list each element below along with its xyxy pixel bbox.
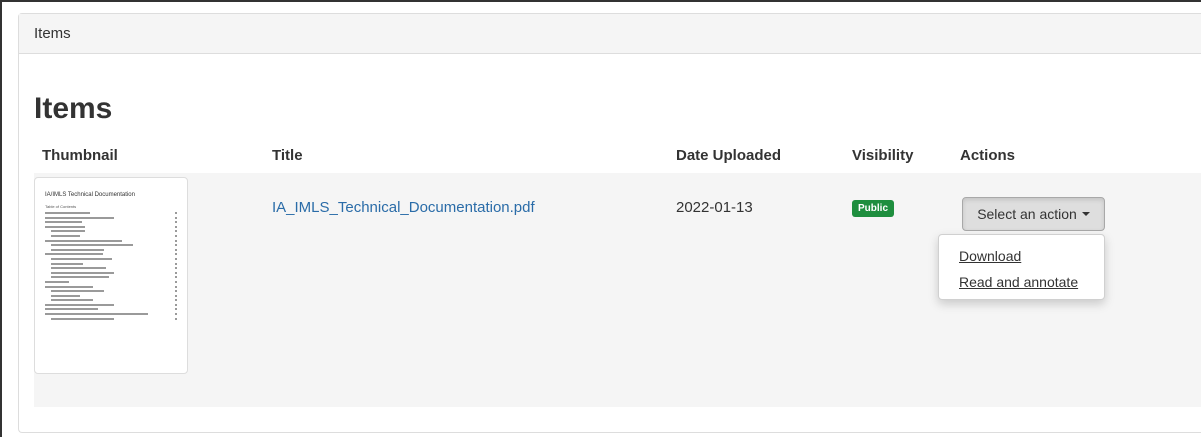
column-header-date-uploaded[interactable]: Date Uploaded: [676, 147, 781, 164]
menu-item-read-and-annotate[interactable]: Read and annotate: [939, 269, 1104, 295]
page-title: Items: [34, 92, 113, 125]
column-header-thumbnail[interactable]: Thumbnail: [42, 147, 118, 164]
items-panel: Items Items Thumbnail Title Date Uploade…: [18, 13, 1201, 433]
column-header-actions: Actions: [960, 147, 1016, 164]
item-date-uploaded: 2022-01-13: [676, 199, 753, 216]
column-header-title[interactable]: Title: [272, 147, 303, 164]
item-title-link[interactable]: IA_IMLS_Technical_Documentation.pdf: [272, 199, 535, 216]
visibility-badge-public: Public: [852, 200, 895, 217]
panel-heading: Items: [19, 14, 1201, 54]
panel-heading-label: Items: [34, 25, 71, 42]
column-header-visibility[interactable]: Visibility: [852, 147, 913, 164]
select-action-label: Select an action: [977, 206, 1077, 222]
caret-down-icon: [1081, 212, 1090, 216]
action-dropdown-menu: Download Read and annotate: [938, 234, 1105, 300]
menu-item-download[interactable]: Download: [939, 243, 1104, 269]
document-thumbnail[interactable]: IA/IMLS Technical Documentation Table of…: [34, 177, 188, 374]
thumbnail-doc-title: IA/IMLS Technical Documentation: [45, 192, 135, 198]
thumbnail-doc-subtitle: Table of Contents: [45, 204, 77, 209]
select-action-button[interactable]: Select an action: [962, 197, 1105, 231]
thumbnail-page: IA/IMLS Technical Documentation Table of…: [45, 192, 177, 322]
